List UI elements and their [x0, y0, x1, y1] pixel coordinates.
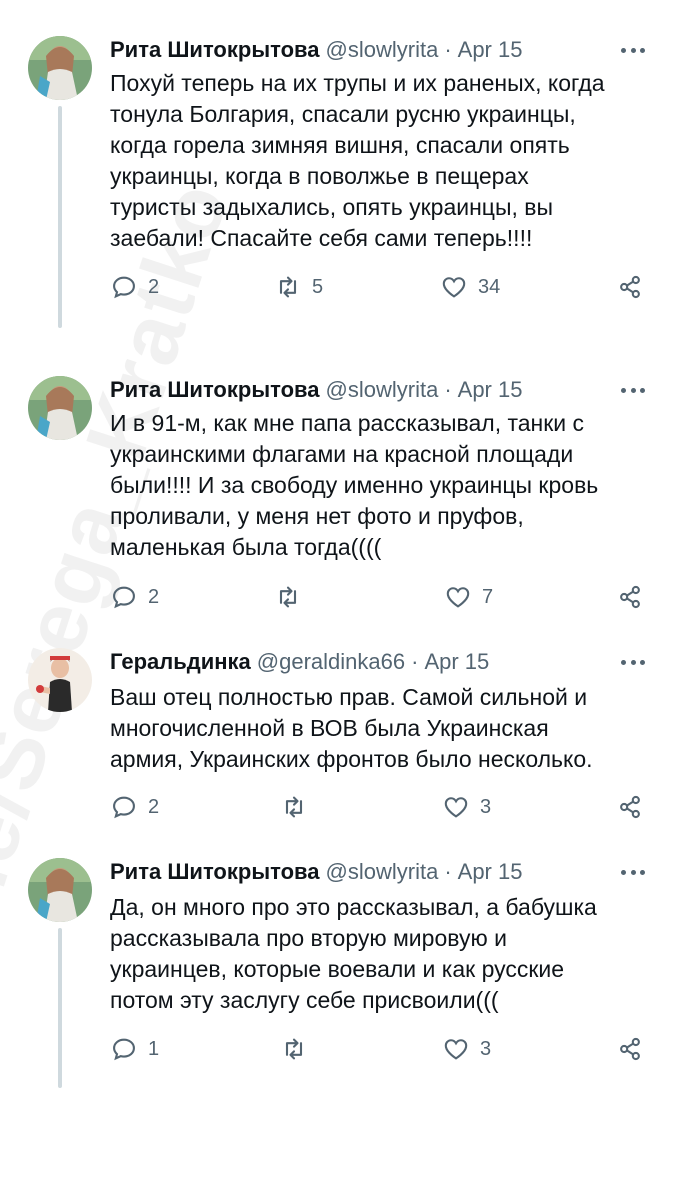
author-handle[interactable]: @slowlyrita: [326, 859, 439, 885]
tweet-text: Похуй теперь на их трупы и их раненых, к…: [110, 70, 605, 251]
reply-icon: [113, 586, 135, 609]
avatar[interactable]: [28, 648, 92, 712]
more-icon[interactable]: [621, 380, 645, 400]
tweet-date[interactable]: Apr 15: [424, 649, 489, 675]
reply-button[interactable]: 2: [110, 582, 159, 612]
tweet-header: Геральдинка @geraldinka66 · Apr 15: [110, 648, 640, 676]
share-icon: [620, 275, 640, 299]
thread-line: [58, 106, 62, 328]
retweet-icon: [285, 1038, 303, 1060]
retweet-button[interactable]: 5: [274, 272, 323, 302]
reply-icon: [113, 276, 135, 299]
reply-button[interactable]: 2: [110, 272, 159, 302]
more-icon[interactable]: [621, 652, 645, 672]
author-handle[interactable]: @slowlyrita: [326, 37, 439, 63]
like-button[interactable]: 7: [444, 582, 493, 612]
retweet-icon: [279, 586, 297, 608]
tweet-actions: 2 3: [110, 792, 650, 822]
like-count: 34: [478, 275, 501, 298]
reply-count: 2: [148, 275, 160, 298]
like-icon: [444, 797, 468, 818]
tweet-header: Рита Шитокрытова @slowlyrita · Apr 15: [110, 858, 640, 886]
reply-count: 1: [148, 1037, 160, 1060]
tweet-actions: 2 7: [110, 582, 650, 612]
author-handle[interactable]: @geraldinka66: [257, 649, 405, 675]
avatar[interactable]: [28, 36, 92, 100]
reply-icon: [113, 796, 135, 819]
thread-line: [58, 928, 62, 1088]
like-icon: [446, 587, 470, 608]
tweet[interactable]: Рита Шитокрытова @slowlyrita · Apr 15 По…: [0, 36, 675, 336]
tweet-date[interactable]: Apr 15: [458, 377, 523, 403]
retweet-count: 5: [312, 275, 324, 298]
tweet-text: Да, он много про это рассказывал, а бабу…: [110, 894, 597, 1013]
share-button[interactable]: [616, 582, 644, 612]
retweet-button[interactable]: [280, 1034, 318, 1064]
reply-count: 2: [148, 795, 160, 818]
separator: ·: [444, 377, 452, 402]
like-count: 3: [480, 795, 492, 818]
tweet-date[interactable]: Apr 15: [458, 37, 523, 63]
tweet-actions: 1 3: [110, 1034, 650, 1064]
separator: ·: [411, 649, 419, 674]
tweet-text: И в 91-м, как мне папа рассказывал, танк…: [110, 410, 599, 560]
tweet-actions: 2 5 34: [110, 272, 650, 302]
retweet-button[interactable]: [274, 582, 312, 612]
separator: ·: [444, 859, 452, 884]
reply-button[interactable]: 1: [110, 1034, 159, 1064]
tweet-date[interactable]: Apr 15: [458, 859, 523, 885]
tweet[interactable]: Геральдинка @geraldinka66 · Apr 15 Ваш о…: [0, 648, 675, 838]
avatar[interactable]: [28, 376, 92, 440]
author-name[interactable]: Рита Шитокрытова: [110, 859, 320, 885]
share-button[interactable]: [616, 1034, 644, 1064]
reply-count: 2: [148, 585, 160, 608]
tweet-header: Рита Шитокрытова @slowlyrita · Apr 15: [110, 376, 640, 404]
like-button[interactable]: 34: [440, 272, 500, 302]
like-icon: [442, 277, 466, 298]
tweet[interactable]: Рита Шитокрытова @slowlyrita · Apr 15 И …: [0, 376, 675, 626]
reply-icon: [113, 1038, 135, 1061]
author-handle[interactable]: @slowlyrita: [326, 377, 439, 403]
reply-button[interactable]: 2: [110, 792, 159, 822]
like-count: 7: [482, 585, 494, 608]
share-icon: [620, 1037, 640, 1061]
like-button[interactable]: 3: [442, 1034, 491, 1064]
like-count: 3: [480, 1037, 492, 1060]
tweet-text: Ваш отец полностью прав. Самой сильной и…: [110, 684, 593, 772]
retweet-icon: [285, 796, 303, 818]
more-icon[interactable]: [621, 862, 645, 882]
avatar[interactable]: [28, 858, 92, 922]
tweet[interactable]: Рита Шитокрытова @slowlyrita · Apr 15 Да…: [0, 858, 675, 1098]
author-name[interactable]: Геральдинка: [110, 649, 251, 675]
share-button[interactable]: [616, 792, 644, 822]
more-icon[interactable]: [621, 40, 645, 60]
share-icon: [620, 585, 640, 609]
like-icon: [444, 1039, 468, 1060]
tweet-header: Рита Шитокрытова @slowlyrita · Apr 15: [110, 36, 640, 64]
retweet-button[interactable]: [280, 792, 318, 822]
separator: ·: [444, 37, 452, 62]
share-icon: [620, 795, 640, 819]
share-button[interactable]: [616, 272, 644, 302]
author-name[interactable]: Рита Шитокрытова: [110, 37, 320, 63]
like-button[interactable]: 3: [442, 792, 491, 822]
author-name[interactable]: Рита Шитокрытова: [110, 377, 320, 403]
retweet-icon: [279, 276, 297, 298]
